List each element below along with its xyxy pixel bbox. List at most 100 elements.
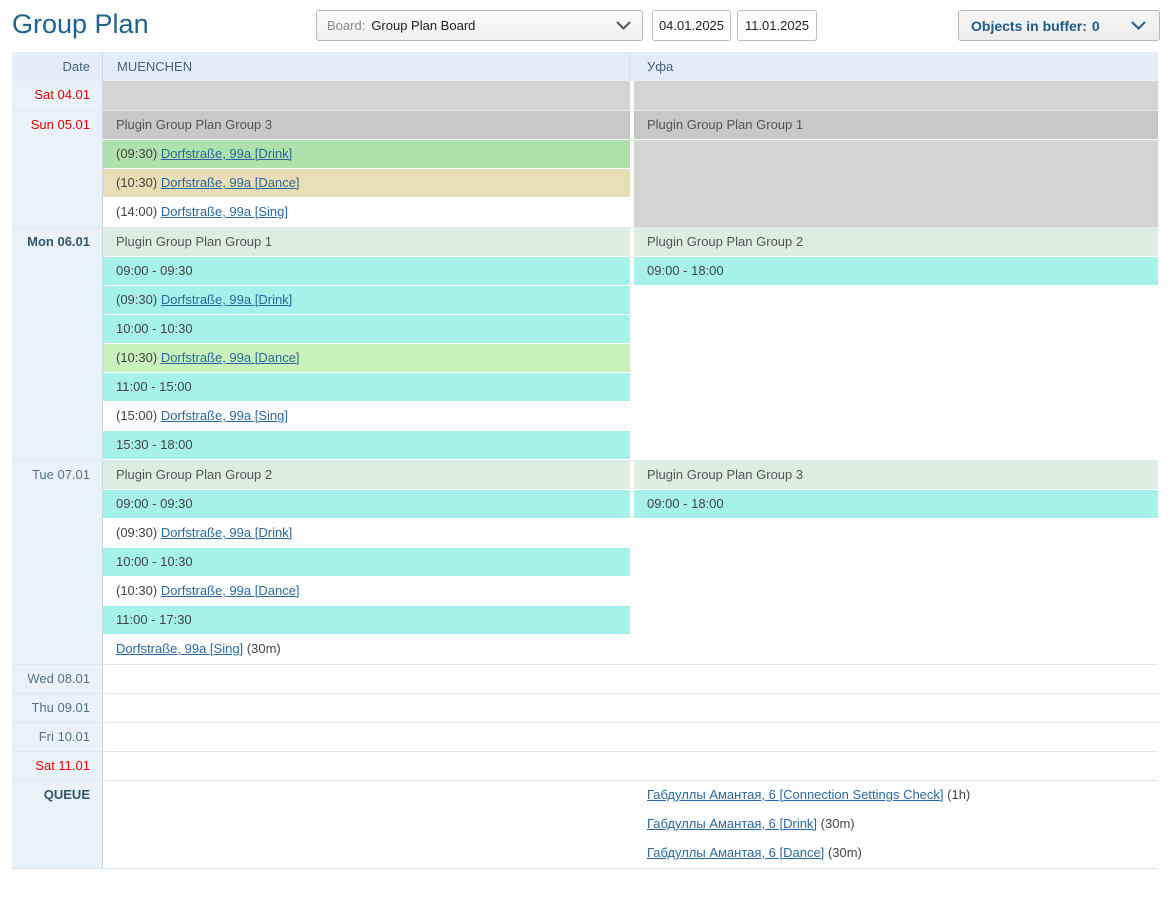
date-text: Thu 09.01 [31,700,90,715]
date-label: Sat 11.01 [12,752,103,780]
appointment-link[interactable]: Dorfstraße, 99a [Dance] [161,583,300,598]
group-plan-table: Date MUENCHEN Уфа Sat 04.01 Sun 05.01 Plug… [12,52,1158,869]
appointment-row: (09:30) Dorfstraße, 99a [Drink] [103,140,630,169]
group-plan-header: Plugin Group Plan Group 1 [103,228,630,257]
appointment-time-prefix: (10:30) [116,175,161,190]
plan-row-block: Fri 10.01 [12,722,1158,751]
board-select-label: Board: [327,18,365,33]
muenchen-day-cell [103,723,630,751]
appointment-time-prefix: (09:30) [116,292,161,307]
date-text: QUEUE [44,787,90,802]
plan-row-block: Sun 05.01Plugin Group Plan Group 3(09:30… [12,110,1158,227]
appointment-link[interactable]: Dorfstraße, 99a [Sing] [116,641,243,656]
ufa-day-cell: Plugin Group Plan Group 1 [630,111,1158,227]
time-slot[interactable]: 15:30 - 18:00 [103,431,630,460]
appointment-link[interactable]: Dorfstraße, 99a [Sing] [161,408,288,423]
buffer-label: Objects in buffer: [971,18,1087,34]
group-plan-header: Plugin Group Plan Group 3 [634,461,1158,490]
appointment-row: (10:30) Dorfstraße, 99a [Dance] [103,577,630,606]
board-select[interactable]: Board: Group Plan Board [316,10,643,41]
date-label: Mon 06.01 [12,228,103,460]
date-text: Tue 07.01 [32,467,90,482]
end-date-input[interactable] [737,10,817,41]
date-label: QUEUE [12,781,103,868]
appointment-time-prefix: (10:30) [116,583,161,598]
column-header-ufa: Уфа [630,52,1158,81]
appointment-duration: (30m) [824,845,862,860]
appointment-link[interactable]: Dorfstraße, 99a [Drink] [161,146,293,161]
plan-row-block: Mon 06.01Plugin Group Plan Group 109:00 … [12,227,1158,460]
plan-body: Sat 04.01 Sun 05.01 Plugin Group Plan Grou… [12,81,1158,868]
time-slot[interactable]: 11:00 - 15:00 [103,373,630,402]
muenchen-day-cell: Plugin Group Plan Group 209:00 - 09:30(0… [103,461,630,664]
date-label: Thu 09.01 [12,694,103,722]
group-plan-header: Plugin Group Plan Group 2 [634,228,1158,257]
appointment-duration: (30m) [243,641,281,656]
group-plan-header: Plugin Group Plan Group 3 [103,111,630,140]
ufa-day-cell: Plugin Group Plan Group 209:00 - 18:00 [630,228,1158,460]
plan-row-block: QUEUE Габдуллы Амантая, 6 [Connection Set… [12,780,1158,868]
ufa-day-cell [630,81,1158,110]
table-header-row: Date MUENCHEN Уфа [12,52,1158,81]
appointment-row: (15:00) Dorfstraße, 99a [Sing] [103,402,630,431]
appointment-link[interactable]: Габдуллы Амантая, 6 [Connection Settings… [647,787,944,802]
muenchen-day-cell [103,694,630,722]
group-plan-header: Plugin Group Plan Group 2 [103,461,630,490]
appointment-time-prefix: (09:30) [116,146,161,161]
time-slot[interactable]: 09:00 - 18:00 [634,257,1158,286]
ufa-day-cell [630,694,1158,722]
time-slot[interactable]: 11:00 - 17:30 [103,606,630,635]
date-label: Sat 04.01 [12,81,103,110]
appointment-row: Габдуллы Амантая, 6 [Dance] (30m) [634,839,1158,868]
appointment-link[interactable]: Dorfstraße, 99a [Drink] [161,292,293,307]
appointment-time-prefix: (15:00) [116,408,161,423]
ufa-day-cell [630,665,1158,693]
appointment-link[interactable]: Dorfstraße, 99a [Drink] [161,525,293,540]
appointment-time-prefix: (10:30) [116,350,161,365]
start-date-input[interactable] [652,10,731,41]
muenchen-day-cell [103,81,630,110]
column-header-date: Date [12,52,103,81]
appointment-link[interactable]: Dorfstraße, 99a [Dance] [161,175,300,190]
time-slot[interactable]: 10:00 - 10:30 [103,548,630,577]
time-slot[interactable]: 09:00 - 09:30 [103,257,630,286]
appointment-row: (14:00) Dorfstraße, 99a [Sing] [103,198,630,227]
appointment-row: Габдуллы Амантая, 6 [Drink] (30m) [634,810,1158,839]
muenchen-day-cell [103,752,630,780]
time-slot[interactable]: 09:00 - 09:30 [103,490,630,519]
appointment-row: (10:30) Dorfstraße, 99a [Dance] [103,169,630,198]
date-label: Sun 05.01 [12,111,103,227]
ufa-day-cell [630,752,1158,780]
date-text: Wed 08.01 [27,671,90,686]
plan-row-block: Wed 08.01 [12,664,1158,693]
date-text: Sat 04.01 [34,87,90,102]
muenchen-day-cell: Plugin Group Plan Group 109:00 - 09:30 (0… [103,228,630,460]
time-slot[interactable]: 10:00 - 10:30 [103,315,630,344]
date-text: Sun 05.01 [31,117,90,132]
appointment-row: (10:30) Dorfstraße, 99a [Dance] [103,344,630,373]
muenchen-day-cell [103,781,630,868]
plan-row-block: Sat 11.01 [12,751,1158,780]
group-plan-header: Plugin Group Plan Group 1 [634,111,1158,140]
appointment-time-prefix: (09:30) [116,525,161,540]
appointment-row: (09:30) Dorfstraße, 99a [Drink] [103,519,630,548]
appointment-link[interactable]: Габдуллы Амантая, 6 [Drink] [647,816,817,831]
toolbar: Group Plan Board: Group Plan Board Objec… [0,0,1174,52]
muenchen-day-cell [103,665,630,693]
chevron-down-icon [615,20,632,31]
muenchen-day-cell: Plugin Group Plan Group 3(09:30) Dorfstr… [103,111,630,227]
chevron-down-icon [1130,20,1147,31]
appointment-link[interactable]: Габдуллы Амантая, 6 [Dance] [647,845,824,860]
appointment-row: Dorfstraße, 99a [Sing] (30m) [103,635,630,664]
ufa-day-cell: Габдуллы Амантая, 6 [Connection Settings… [630,781,1158,868]
objects-in-buffer-button[interactable]: Objects in buffer: 0 [958,10,1160,41]
appointment-duration: (1h) [944,787,971,802]
column-header-muenchen: MUENCHEN [103,52,630,81]
date-label: Tue 07.01 [12,461,103,664]
appointment-row: Габдуллы Амантая, 6 [Connection Settings… [634,781,1158,810]
date-label: Wed 08.01 [12,665,103,693]
appointment-link[interactable]: Dorfstraße, 99a [Dance] [161,350,300,365]
board-select-value: Group Plan Board [371,18,615,33]
time-slot[interactable]: 09:00 - 18:00 [634,490,1158,519]
appointment-link[interactable]: Dorfstraße, 99a [Sing] [161,204,288,219]
